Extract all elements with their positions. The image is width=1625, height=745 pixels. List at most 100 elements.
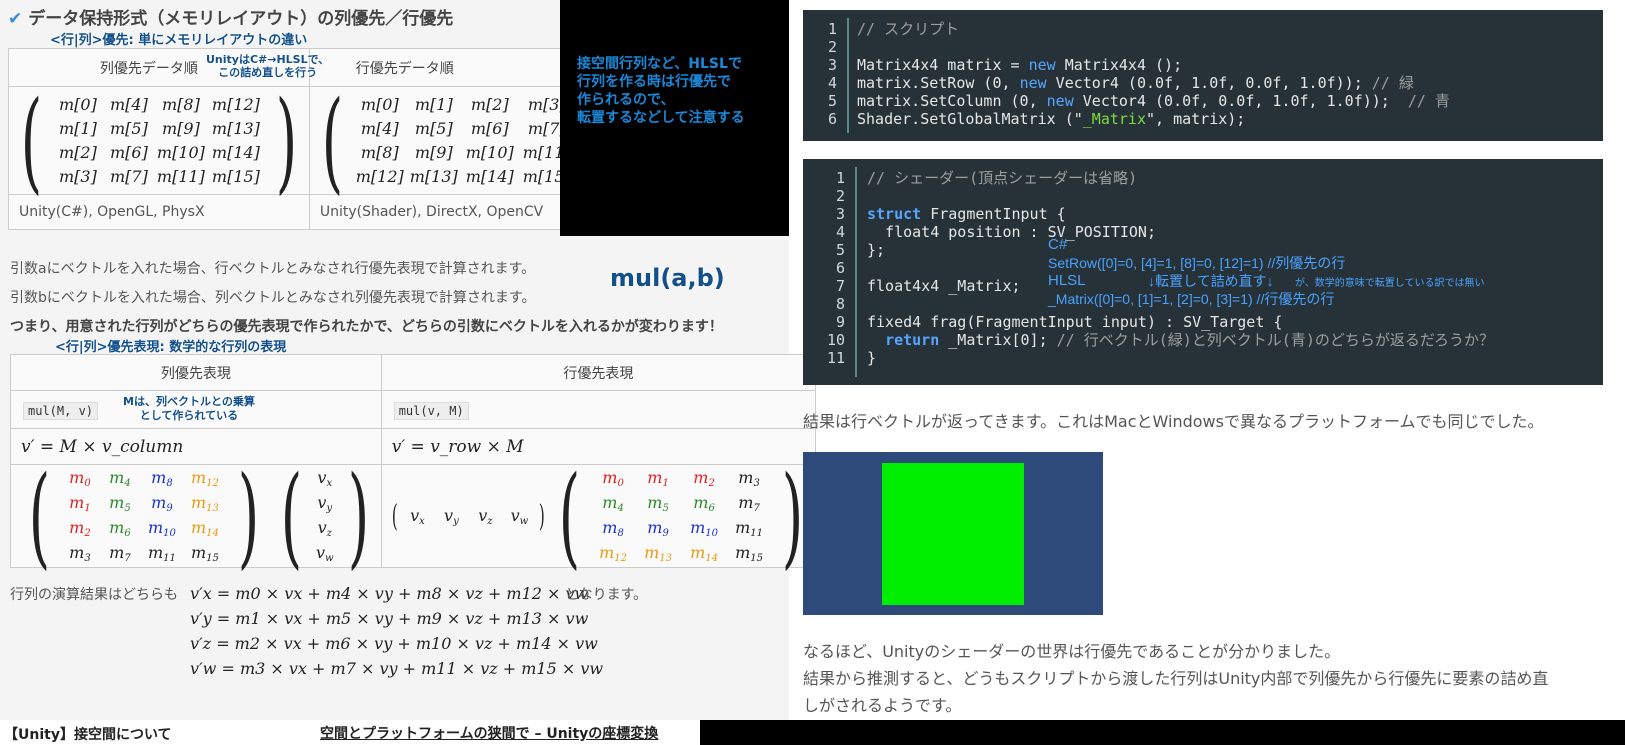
matrix-cell: m3 — [69, 543, 91, 564]
matrix-cell: m[15] — [211, 167, 260, 186]
matrix-cell: m13 — [644, 543, 672, 564]
matrix-cell: m[1] — [59, 119, 97, 138]
matrix-cell: m4 — [602, 493, 624, 514]
matrix-cell: m6 — [693, 493, 715, 514]
equation-line: v′w = m3 × vx + m7 × vy + m11 × vz + m15… — [190, 659, 604, 678]
equation-line: v′x = m0 × vx + m4 × vy + m8 × vz + m12 … — [190, 584, 589, 603]
matrix-cell: vw — [315, 543, 334, 564]
code-line: Matrix4x4 matrix = new Matrix4x4 (); — [857, 56, 1183, 74]
matrix-cell: m4 — [109, 468, 131, 489]
matrix-cell: vx — [410, 505, 425, 527]
matrix-cell: m[4] — [110, 95, 148, 114]
code-line: } — [867, 349, 877, 367]
matrix-cell: m[9] — [162, 119, 200, 138]
matrix-cell: m[10] — [465, 143, 514, 162]
matrix-cell: m[3] — [59, 167, 97, 186]
row-code: mul(v, M) — [393, 402, 469, 420]
equations: v′x = m0 × vx + m4 × vy + m8 × vz + m12 … — [190, 581, 603, 681]
line-number: 4 — [827, 74, 837, 92]
matrix-cell: m[13] — [211, 119, 260, 138]
next-article-link[interactable]: 空間とプラットフォームの狭間で – Unityの座標変換 — [320, 723, 663, 743]
matrix-cell: vy — [317, 493, 333, 514]
memory-subtitle: <行|列>優先: 単にメモリレイアウトの違い — [50, 33, 308, 48]
representation-table: 列優先表現 行優先表現 mul(M, v) Mは、列ベクトルとの乗算 として作られ… — [10, 354, 816, 571]
line-number: 9 — [835, 313, 845, 331]
matrix-cell: m[13] — [409, 167, 458, 186]
prev-article-link[interactable]: 【Unity】接空間について — [4, 724, 172, 744]
line-number: 11 — [826, 349, 845, 367]
matrix-cell: m0 — [602, 468, 624, 489]
matrix-cell: m14 — [190, 518, 219, 539]
code-line: struct FragmentInput { — [867, 205, 1066, 223]
matrix-cell: m[9] — [414, 143, 453, 162]
column-vector: vx vy vz vw — [313, 468, 337, 564]
line-number: 5 — [827, 92, 837, 110]
matrix-cell: m[12] — [355, 167, 404, 186]
arg-a-text: 引数aにベクトルを入れた場合、行ベクトルとみなされ行優先表現で計算されます。 — [10, 261, 536, 277]
row-repr-matrix: m0 m1 m2 m3 m4 m5 m6 m7 m8 m9 m10 m11 m12 m13 m14 m15 — [591, 468, 771, 564]
code-line: return _Matrix[0]; // 行ベクトル(緑)と列ベクトル(青)の… — [885, 331, 1494, 349]
left-paren: ( — [321, 76, 344, 205]
col-major-matrix-cell: ( m[0] m[4] m[8] m[12] m[1] m[5] m[9] m[13] m[2]… — [8, 76, 310, 205]
matrix-cell: m[14] — [465, 167, 514, 186]
code-line: // スクリプト — [857, 20, 960, 38]
line-number: 8 — [835, 295, 845, 313]
matrix-cell: vy — [444, 505, 459, 527]
matrix-cell: m[14] — [211, 143, 260, 162]
matrix-cell: m11 — [735, 518, 763, 539]
result-text-3: 結果から推測すると、どうもスクリプトから渡した行列はUnity内部で列優先から行… — [803, 669, 1549, 688]
matrix-cell: m1 — [647, 468, 669, 489]
annotation-matrix: _Matrix([0]=0, [1]=1, [2]=0, [3]=1) //行優… — [1048, 291, 1335, 307]
result-text-4: しがされるようです。 — [803, 696, 962, 715]
matrix-cell: m[2] — [59, 143, 97, 162]
matrix-cell: m[7] — [110, 167, 148, 186]
footer-bar: 【Unity】接空間について 空間とプラットフォームの狭間で – Unityの座… — [0, 720, 789, 745]
annotation-setrow: SetRow([0]=0, [4]=1, [8]=0, [12]=1) //列優… — [1048, 255, 1346, 271]
side-note: 接空間行列など、HLSLで 行列を作る時は行優先で 作られるので、 転置するなど… — [577, 56, 745, 126]
matrix-cell: m[0] — [360, 95, 399, 114]
annotation-hlsl: HLSL — [1048, 272, 1086, 289]
matrix-cell: vx — [317, 468, 333, 489]
matrix-cell: m8 — [151, 468, 173, 489]
row-repr-header: 行優先表現 — [380, 354, 816, 391]
code-line: // シェーダー(頂点シェーダーは省略) — [867, 169, 1138, 187]
matrix-cell: vz — [317, 518, 332, 539]
matrix-cell: m1 — [69, 493, 91, 514]
code-line: fixed4 frag(FragmentInput input) : SV_Ta… — [867, 313, 1283, 331]
col-repr-header: 列優先表現 — [10, 354, 382, 391]
col-repr-matrix-cell: ( m0 m4 m8 m12 m1 m5 m9 m13 m2 m6 m10 m14 m3 m7 m11 m15… — [10, 461, 382, 571]
row-repr-matrix-cell: ( vx vy vz vw ) ( m0 m1 m2 m3 m4 m5 m6 m7 m8 m9 m10 m1… — [380, 461, 816, 571]
col-code: mul(M, v) — [23, 402, 99, 420]
equation-line: v′z = m2 × vx + m6 × vy + m10 × vz + m14… — [190, 634, 598, 653]
result-text-1: 結果は行ベクトルが返ってきます。これはMacとWindowsで異なるプラットフォ… — [803, 412, 1544, 431]
line-number: 6 — [827, 110, 837, 128]
matrix-cell: m5 — [647, 493, 669, 514]
col-formula: v′ = M × v_column — [10, 428, 382, 465]
line-number: 10 — [826, 331, 845, 349]
mul-explanation-panel: 引数aにベクトルを入れた場合、行ベクトルとみなされ行優先表現で計算されます。 引… — [0, 236, 816, 720]
left-paren: ( — [20, 76, 43, 205]
code-line: }; — [867, 241, 886, 259]
line-number: 6 — [835, 259, 845, 277]
matrix-cell: m[1] — [414, 95, 453, 114]
line-number: 3 — [827, 56, 837, 74]
line-number: 2 — [827, 38, 837, 56]
code-line: matrix.SetRow (0, new Vector4 (0.0f, 1.0… — [857, 74, 1414, 92]
row-vector: vx vy vz vw — [400, 506, 536, 527]
matrix-cell: m[5] — [414, 119, 453, 138]
line-number: 5 — [835, 241, 845, 259]
math-subtitle: <行|列>優先表現: 数学的な行列の表現 — [55, 340, 287, 355]
matrix-cell: m[12] — [211, 95, 260, 114]
equation-line: v′y = m1 × vx + m5 × vy + m9 × vz + m13 … — [190, 609, 589, 628]
line-number: 2 — [835, 187, 845, 205]
result-text-2: なるほど、Unityのシェーダーの世界は行優先であることが分かりました。 — [803, 642, 1341, 661]
matrix-cell: m10 — [690, 518, 718, 539]
unity-repack-note: UnityはC#→HLSLで、 この詰め直しを行う — [206, 53, 330, 79]
section-title: ✔ データ保持形式（メモリレイアウト）の列優先／行優先 — [8, 9, 454, 29]
code-line: float4 position : SV_POSITION; — [867, 223, 1156, 241]
side-note-box: 接空間行列など、HLSLで 行列を作る時は行優先で 作られるので、 転置するなど… — [560, 0, 789, 236]
matrix-cell: m14 — [690, 543, 718, 564]
matrix-cell: m11 — [147, 543, 176, 564]
matrix-cell: m2 — [69, 518, 91, 539]
row-code-cell: mul(v, M) — [380, 390, 816, 429]
